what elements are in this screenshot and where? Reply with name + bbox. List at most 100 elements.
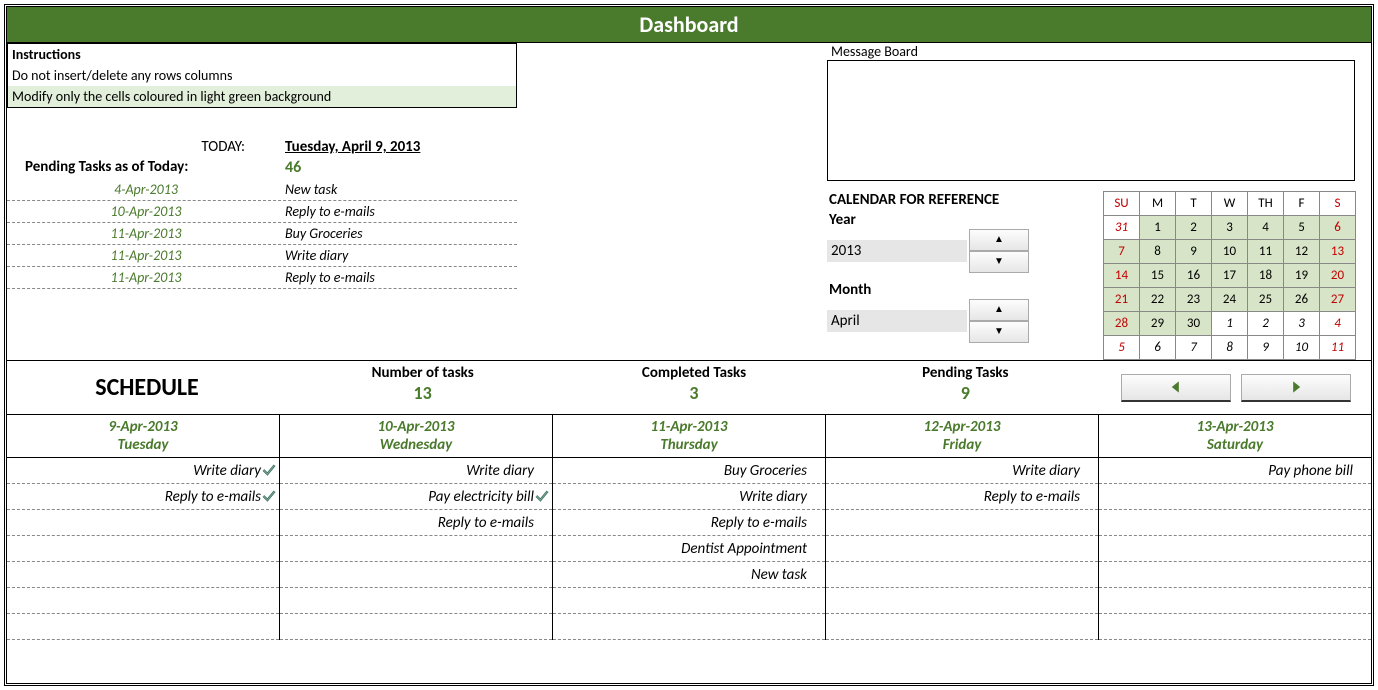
- cal-day[interactable]: 7: [1104, 240, 1140, 264]
- task-slot[interactable]: [1099, 510, 1371, 536]
- task-slot[interactable]: Pay phone bill: [1099, 458, 1371, 484]
- task-slot[interactable]: [280, 588, 552, 614]
- cal-day[interactable]: 1: [1140, 216, 1176, 240]
- task-slot[interactable]: Write diary: [553, 484, 825, 510]
- task-slot[interactable]: [280, 562, 552, 588]
- cal-day[interactable]: 25: [1248, 288, 1284, 312]
- cal-day[interactable]: 7: [1176, 336, 1212, 360]
- pending-task-row: 11-Apr-2013Reply to e-mails: [7, 267, 517, 289]
- cal-day[interactable]: 2: [1248, 312, 1284, 336]
- cal-day[interactable]: 3: [1284, 312, 1320, 336]
- task-slot[interactable]: [826, 614, 1098, 640]
- cal-day[interactable]: 6: [1320, 216, 1356, 240]
- cal-day[interactable]: 2: [1176, 216, 1212, 240]
- cal-day[interactable]: 9: [1176, 240, 1212, 264]
- cal-header: T: [1176, 192, 1212, 216]
- prev-week-button[interactable]: [1121, 374, 1231, 402]
- cal-day[interactable]: 9: [1248, 336, 1284, 360]
- task-slot[interactable]: [7, 536, 279, 562]
- cal-day[interactable]: 10: [1284, 336, 1320, 360]
- day-date: 11-Apr-2013: [553, 418, 825, 436]
- cal-day[interactable]: 16: [1176, 264, 1212, 288]
- year-value[interactable]: 2013: [827, 240, 967, 262]
- cal-day[interactable]: 19: [1284, 264, 1320, 288]
- task-slot[interactable]: [1099, 484, 1371, 510]
- cal-day[interactable]: 29: [1140, 312, 1176, 336]
- day-header: 9-Apr-2013Tuesday: [7, 415, 279, 458]
- task-slot[interactable]: Write diary: [7, 458, 279, 484]
- task-slot[interactable]: Dentist Appointment: [553, 536, 825, 562]
- task-slot[interactable]: [826, 562, 1098, 588]
- cal-day[interactable]: 4: [1248, 216, 1284, 240]
- cal-day[interactable]: 4: [1320, 312, 1356, 336]
- task-slot[interactable]: [553, 588, 825, 614]
- task-slot[interactable]: Write diary: [280, 458, 552, 484]
- cal-day[interactable]: 13: [1320, 240, 1356, 264]
- cal-day[interactable]: 18: [1248, 264, 1284, 288]
- cal-day[interactable]: 12: [1284, 240, 1320, 264]
- task-slot[interactable]: [826, 536, 1098, 562]
- cal-day[interactable]: 28: [1104, 312, 1140, 336]
- task-slot[interactable]: Write diary: [826, 458, 1098, 484]
- task-slot[interactable]: Buy Groceries: [553, 458, 825, 484]
- cal-day[interactable]: 10: [1212, 240, 1248, 264]
- task-slot[interactable]: New task: [553, 562, 825, 588]
- cal-day[interactable]: 11: [1248, 240, 1284, 264]
- cal-day[interactable]: 5: [1104, 336, 1140, 360]
- task-slot[interactable]: [7, 510, 279, 536]
- task-slot[interactable]: [7, 562, 279, 588]
- cal-day[interactable]: 27: [1320, 288, 1356, 312]
- next-week-button[interactable]: [1241, 374, 1351, 402]
- cal-day[interactable]: 1: [1212, 312, 1248, 336]
- task-slot[interactable]: Pay electricity bill: [280, 484, 552, 510]
- cal-day[interactable]: 31: [1104, 216, 1140, 240]
- task-slot[interactable]: [1099, 588, 1371, 614]
- cal-day[interactable]: 15: [1140, 264, 1176, 288]
- day-column: 13-Apr-2013SaturdayPay phone bill: [1099, 415, 1371, 640]
- completed-tasks-label: Completed Tasks: [558, 361, 829, 382]
- cal-day[interactable]: 21: [1104, 288, 1140, 312]
- month-up-button[interactable]: ▲: [969, 299, 1029, 321]
- cal-day[interactable]: 23: [1176, 288, 1212, 312]
- task-slot[interactable]: [826, 510, 1098, 536]
- task-text: Reply to e-mails: [165, 488, 261, 506]
- cal-day[interactable]: 30: [1176, 312, 1212, 336]
- year-label: Year: [827, 211, 1097, 229]
- year-spinner: ▲ ▼: [969, 229, 1029, 273]
- pending-task-list: 4-Apr-2013New task10-Apr-2013Reply to e-…: [7, 179, 517, 289]
- task-slot[interactable]: [7, 614, 279, 640]
- task-slot[interactable]: [1099, 562, 1371, 588]
- cal-day[interactable]: 14: [1104, 264, 1140, 288]
- task-slot[interactable]: [280, 614, 552, 640]
- cal-day[interactable]: 22: [1140, 288, 1176, 312]
- task-done-icon: [261, 462, 277, 483]
- cal-day[interactable]: 17: [1212, 264, 1248, 288]
- task-slot[interactable]: [7, 588, 279, 614]
- month-value[interactable]: April: [827, 310, 967, 332]
- cal-day[interactable]: 6: [1140, 336, 1176, 360]
- cal-day[interactable]: 5: [1284, 216, 1320, 240]
- cal-day[interactable]: 3: [1212, 216, 1248, 240]
- cal-day[interactable]: 11: [1320, 336, 1356, 360]
- message-board-area[interactable]: [827, 61, 1355, 181]
- task-slot[interactable]: [1099, 536, 1371, 562]
- cal-day[interactable]: 8: [1140, 240, 1176, 264]
- task-slot[interactable]: [826, 588, 1098, 614]
- task-slot[interactable]: Reply to e-mails: [7, 484, 279, 510]
- task-slot[interactable]: Reply to e-mails: [553, 510, 825, 536]
- right-column: Message Board CALENDAR FOR REFERENCE Yea…: [827, 43, 1371, 360]
- year-down-button[interactable]: ▼: [969, 251, 1029, 273]
- task-slot[interactable]: Reply to e-mails: [826, 484, 1098, 510]
- month-down-button[interactable]: ▼: [969, 321, 1029, 343]
- task-slot[interactable]: [1099, 614, 1371, 640]
- task-slot[interactable]: [280, 536, 552, 562]
- cal-day[interactable]: 24: [1212, 288, 1248, 312]
- year-up-button[interactable]: ▲: [969, 229, 1029, 251]
- cal-day[interactable]: 26: [1284, 288, 1320, 312]
- task-slot[interactable]: [553, 614, 825, 640]
- cal-day[interactable]: 20: [1320, 264, 1356, 288]
- task-slot[interactable]: Reply to e-mails: [280, 510, 552, 536]
- day-header: 12-Apr-2013Friday: [826, 415, 1098, 458]
- day-date: 10-Apr-2013: [280, 418, 552, 436]
- cal-day[interactable]: 8: [1212, 336, 1248, 360]
